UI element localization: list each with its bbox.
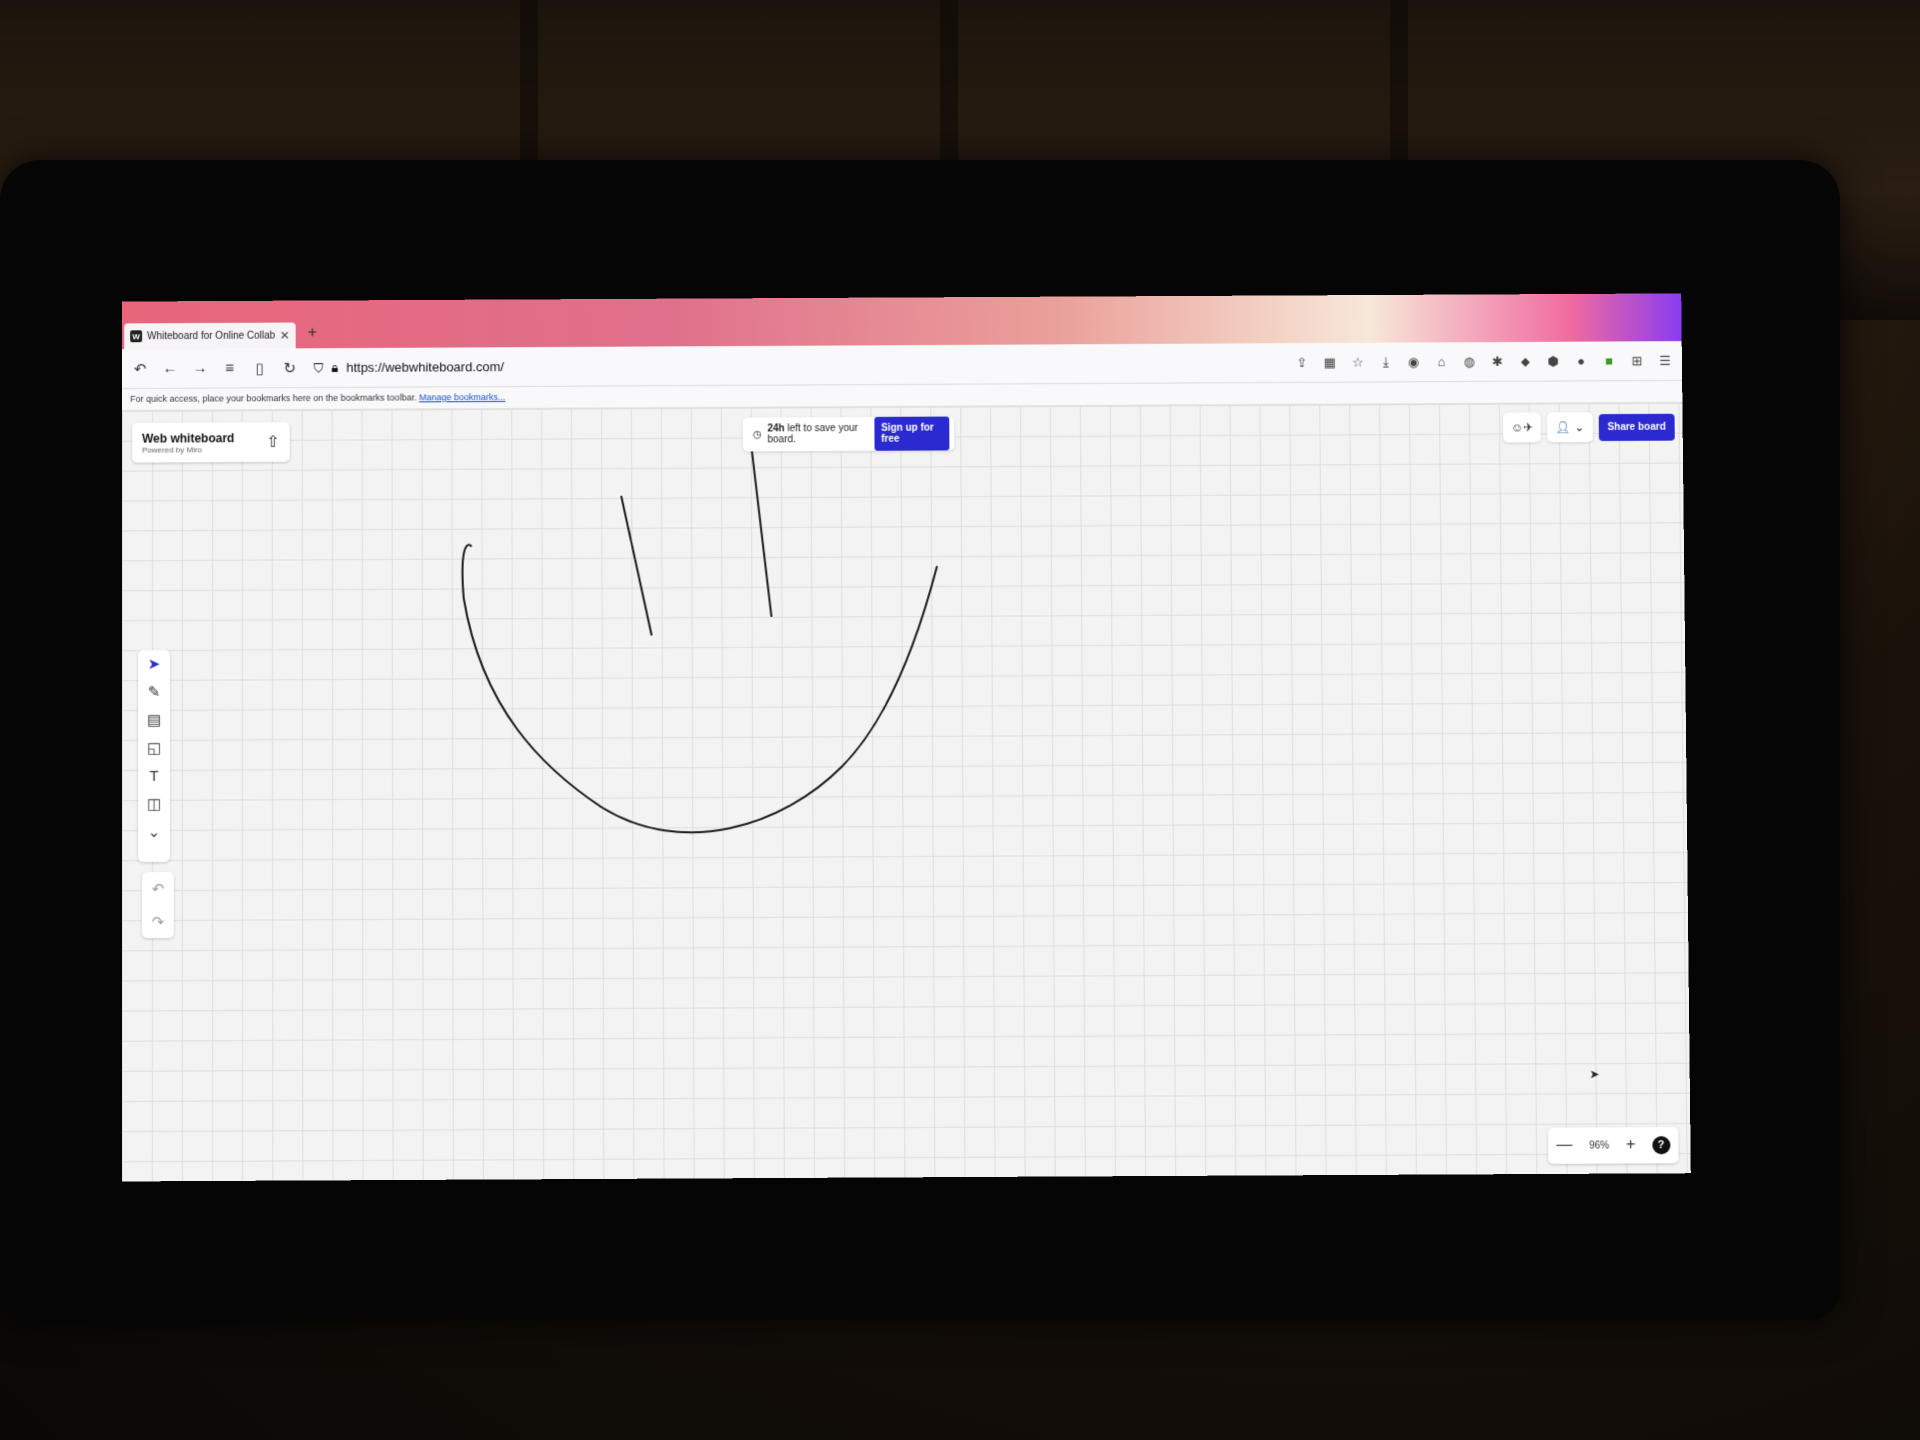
favicon-icon: W (130, 330, 143, 343)
user-menu[interactable]: 👤︎ ⌄ (1547, 412, 1593, 443)
tab-title: Whiteboard for Online Collabora (147, 330, 275, 342)
sticky-note-icon[interactable]: ◱ (147, 740, 161, 758)
save-banner: ◷ 24h left to save your board. Sign up f… (742, 416, 955, 452)
share-page-icon[interactable]: ⇪ (1293, 354, 1311, 370)
extension-icon[interactable]: ⬥ (1516, 353, 1534, 369)
cursor-icon[interactable]: ➤ (148, 656, 161, 674)
help-button[interactable]: ? (1651, 1136, 1671, 1155)
clock-icon: ◷ (752, 428, 762, 440)
reactions-chip[interactable]: ☺✈ (1502, 412, 1542, 443)
list-icon[interactable]: ≡ (220, 360, 240, 377)
banner-message: 24h left to save your board. (767, 423, 868, 445)
board-brand: Web whiteboard Powered by Miro ⇧ (132, 421, 290, 463)
text-icon[interactable]: T (149, 768, 158, 786)
account-icon[interactable]: ◍ (1460, 354, 1478, 370)
extension-icon[interactable]: ✱ (1488, 353, 1506, 369)
lock-icon: 🔒︎ (331, 359, 339, 375)
manage-bookmarks-link[interactable]: Manage bookmarks... (419, 392, 505, 402)
redo-icon[interactable]: ↷ (152, 913, 165, 931)
board-title: Web whiteboard (142, 430, 235, 446)
left-eye-stroke (621, 496, 654, 637)
back-icon[interactable]: ← (160, 360, 180, 377)
undo-nav-icon[interactable]: ↶ (130, 360, 150, 378)
url-text: https://webwhiteboard.com/ (346, 359, 505, 375)
template-icon[interactable]: ▤ (147, 712, 161, 730)
mouse-cursor-icon: ➤ (1589, 1067, 1600, 1082)
url-bar[interactable]: ⛉ 🔒︎ https://webwhiteboard.com/ (314, 359, 504, 376)
star-icon[interactable]: ☆ (1349, 354, 1367, 370)
sign-up-button[interactable]: Sign up for free (874, 416, 950, 451)
zoom-in-button[interactable]: + (1626, 1136, 1636, 1154)
extension-icon[interactable]: ⌂ (1433, 354, 1451, 369)
double-chevron-down-icon[interactable]: ⌄ (148, 824, 161, 842)
zoom-controls: — 96% + ? (1547, 1127, 1679, 1164)
undo-icon[interactable]: ↶ (152, 879, 165, 898)
forward-icon[interactable]: → (190, 360, 210, 377)
extension-icon[interactable]: ⬢ (1544, 353, 1562, 369)
banner-time: 24h (767, 423, 785, 435)
monitor-screen: W Whiteboard for Online Collabora ✕ + ↶ … (121, 293, 1691, 1182)
pen-icon[interactable]: ✎ (148, 684, 161, 702)
board-subtitle: Powered by Miro (142, 444, 202, 455)
board-top-right: ☺✈ 👤︎ ⌄ Share board (1502, 411, 1675, 444)
grid-icon[interactable]: ⊞ (1628, 353, 1646, 369)
left-toolbar: ➤ ✎ ▤ ◱ T ◫ ⌄ (137, 649, 170, 863)
whiteboard-canvas[interactable]: Web whiteboard Powered by Miro ⇧ ◷ 24h l… (121, 402, 1691, 1182)
export-icon[interactable]: ⇧ (266, 432, 279, 452)
apps-icon[interactable]: ▦ (1321, 354, 1339, 370)
download-icon[interactable]: ⤓ (1377, 354, 1395, 370)
extension-icon[interactable]: ■ (1600, 353, 1618, 368)
right-eye-stroke (751, 441, 772, 617)
extension-icon[interactable]: ◉ (1405, 354, 1423, 370)
bookmarks-hint: For quick access, place your bookmarks h… (130, 392, 417, 404)
sidebar-icon[interactable]: ▯ (250, 359, 270, 377)
reload-icon[interactable]: ↻ (280, 359, 300, 377)
shapes-icon[interactable]: ◫ (147, 796, 161, 814)
undo-redo-bar: ↶ ↷ (141, 871, 174, 939)
zoom-level[interactable]: 96% (1589, 1140, 1609, 1151)
extension-icon[interactable]: ● (1572, 354, 1590, 369)
browser-tab[interactable]: W Whiteboard for Online Collabora ✕ (124, 322, 296, 350)
zoom-out-button[interactable]: — (1556, 1137, 1572, 1155)
chevron-down-icon: ⌄ (1574, 420, 1585, 435)
menu-icon[interactable]: ☰ (1656, 353, 1674, 369)
shield-icon: ⛉ (313, 359, 324, 375)
user-avatar-icon: 👤︎ (1555, 420, 1571, 435)
share-board-button[interactable]: Share board (1598, 413, 1675, 441)
reactions-icon: ☺✈ (1510, 420, 1534, 435)
close-icon[interactable]: ✕ (280, 328, 290, 342)
brand-text: Web whiteboard Powered by Miro (142, 430, 266, 455)
new-tab-button[interactable]: + (308, 324, 317, 342)
smile-stroke (462, 544, 940, 833)
extensions-toolbar: ⇪ ▦ ☆ ⤓ ◉ ⌂ ◍ ✱ ⬥ ⬢ ● ■ ⊞ ☰ (1293, 353, 1674, 371)
freehand-drawing (462, 403, 940, 833)
